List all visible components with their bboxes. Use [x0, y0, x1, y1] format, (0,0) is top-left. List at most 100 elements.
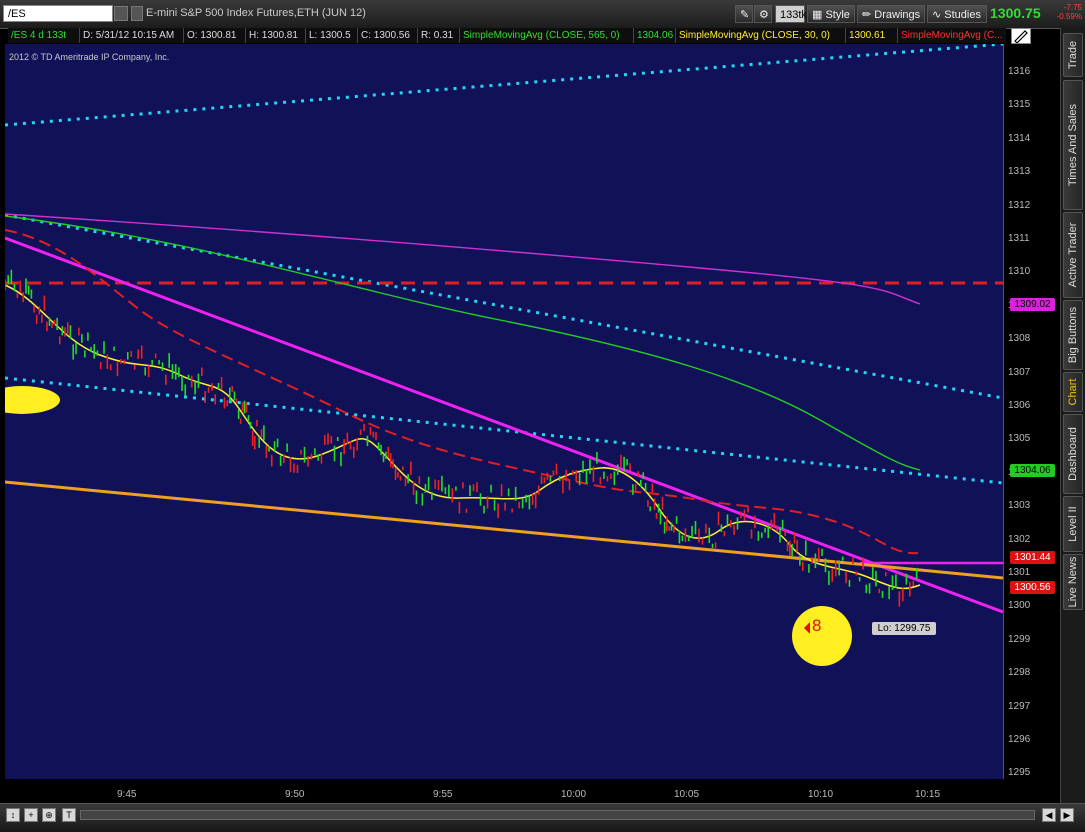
price-tick-label: 1306: [1008, 400, 1031, 411]
time-tick-label: 9:50: [285, 789, 305, 800]
studies-button[interactable]: ∿ Studies: [927, 5, 987, 23]
horizontal-scrollbar[interactable]: [80, 810, 1035, 820]
drawing-tool-icon[interactable]: ✎: [735, 5, 753, 23]
scroll-right-icon[interactable]: ▶: [1060, 808, 1074, 822]
price-tick-label: 1312: [1008, 199, 1031, 211]
magenta-trendline: [5, 236, 1003, 614]
tick-aggregation-button[interactable]: 133tk: [775, 5, 807, 23]
yellow-marker-right: [792, 606, 852, 666]
style-button[interactable]: ▦ Style: [807, 5, 855, 23]
marker-number: 8: [812, 616, 822, 635]
zoom-in-icon[interactable]: +: [24, 808, 38, 822]
price-bubble: 1300.56: [1010, 580, 1055, 594]
price-tick-label: 1302: [1008, 533, 1031, 545]
side-tab-label: Active Trader: [1067, 222, 1079, 288]
sma-565-label[interactable]: SimpleMovingAvg (CLOSE, 565, 0): [460, 28, 634, 43]
cyan-channel-low: [5, 376, 1003, 485]
price-tick-label: 1316: [1008, 66, 1031, 77]
crosshair-icon[interactable]: ⊕: [42, 808, 56, 822]
price-chart: [5, 44, 1003, 666]
side-tab-label: Trade: [1067, 40, 1079, 70]
chart-plot-area[interactable]: [5, 44, 1003, 779]
sma-565-green: [5, 215, 921, 471]
price-bubble: 1309.02: [1010, 298, 1055, 312]
price-tick-label: 1300: [1008, 600, 1031, 612]
chart-settings-button[interactable]: [1011, 28, 1031, 44]
price-tick-label: 1314: [1008, 132, 1031, 144]
sma-30-yellow: [5, 284, 921, 590]
price-tick-label: 1297: [1008, 700, 1031, 712]
cyan-channel-mid: [5, 213, 1003, 400]
bar-open: O: 1300.81: [184, 28, 246, 43]
price-tick-label: 1313: [1008, 166, 1031, 178]
top-toolbar: /ES E-mini S&P 500 Index Futures,ETH (JU…: [0, 0, 1085, 29]
price-tick-label: 1299: [1008, 633, 1031, 645]
drawings-button[interactable]: ✏ Drawings: [857, 5, 925, 23]
yellow-marker-left: [5, 386, 60, 414]
copyright-text: 2012 © TD Ameritrade IP Company, Inc.: [9, 52, 170, 62]
instrument-description: E-mini S&P 500 Index Futures,ETH (JUN 12…: [146, 7, 366, 19]
time-axis[interactable]: [5, 779, 1003, 803]
symbol-lookup-button[interactable]: [131, 6, 143, 21]
side-tab-label: Dashboard: [1067, 427, 1079, 481]
trendline-icon[interactable]: T: [62, 808, 76, 822]
net-change-value: -7.75: [1063, 3, 1082, 12]
bar-range: R: 0.31: [418, 28, 460, 43]
price-tick-label: 1303: [1008, 500, 1031, 512]
sma-3-label[interactable]: SimpleMovingAvg (C...: [898, 28, 1006, 43]
bottom-bar: ↕ + ⊕ T ◀ ▶: [0, 803, 1085, 832]
price-tick-label: 1305: [1008, 433, 1031, 445]
time-tick-label: 10:00: [561, 789, 587, 800]
side-tab-active-trader[interactable]: Active Trader: [1063, 212, 1083, 298]
side-tab-live-news[interactable]: Live News: [1063, 554, 1083, 610]
side-tab-big-buttons[interactable]: Big Buttons: [1063, 300, 1083, 370]
time-tick-label: 9:45: [117, 789, 137, 800]
price-tick-label: 1315: [1008, 99, 1031, 111]
price-tick-label: 1296: [1008, 734, 1031, 745]
sma-30-label[interactable]: SimpleMovingAvg (CLOSE, 30, 0): [676, 28, 846, 43]
chart-id[interactable]: /ES 4 d 133t: [8, 28, 80, 43]
chart-header: /ES 4 d 133t D: 5/31/12 10:15 AM O: 1300…: [8, 28, 1006, 43]
sma-30-value: 1300.61: [846, 28, 898, 43]
side-tab-label: Chart: [1067, 378, 1079, 406]
bar-low: L: 1300.5: [306, 28, 358, 43]
price-tick-label: 1310: [1008, 266, 1031, 278]
side-panel-tabs: Trade Times And Sales Active Trader Big But…: [1060, 28, 1085, 803]
price-bubble: 1301.44: [1010, 551, 1055, 565]
time-tick-label: 9:55: [433, 789, 453, 800]
side-tab-trade[interactable]: Trade: [1063, 33, 1083, 77]
price-bubble: 1304.06: [1010, 463, 1055, 477]
price-tick-label: 1311: [1008, 233, 1030, 244]
last-price: 1300.75: [990, 5, 1041, 21]
symbol-dropdown-button[interactable]: [114, 6, 128, 21]
price-tick-label: 1301: [1008, 567, 1031, 578]
time-tick-label: 10:10: [808, 789, 834, 800]
price-tick-label: 1307: [1008, 366, 1031, 378]
side-tab-label: Times And Sales: [1067, 103, 1079, 187]
net-change-percent: -0.59%: [1056, 12, 1082, 21]
price-tick-label: 1298: [1008, 667, 1031, 679]
pencil-icon: ✏: [862, 9, 875, 21]
side-tab-chart[interactable]: Chart: [1063, 372, 1083, 412]
time-tick-label: 10:15: [915, 789, 941, 800]
price-tick-label: 1295: [1008, 767, 1031, 779]
sma-565-value: 1304.06: [634, 28, 676, 43]
style-icon: ▦: [812, 9, 826, 21]
side-tab-label: Level II: [1067, 506, 1079, 542]
studies-icon: ∿: [932, 9, 945, 21]
symbol-input[interactable]: /ES: [3, 5, 113, 22]
time-tick-label: 10:05: [674, 789, 700, 800]
drawing-mode-icon[interactable]: ↕: [6, 808, 20, 822]
scroll-left-icon[interactable]: ◀: [1042, 808, 1056, 822]
wrench-icon[interactable]: ⚙: [754, 5, 772, 23]
price-tick-label: 1308: [1008, 333, 1031, 345]
side-tab-label: Big Buttons: [1067, 306, 1079, 364]
side-tab-level-ii[interactable]: Level II: [1063, 496, 1083, 552]
low-label: Lo: 1299.75: [872, 622, 936, 635]
net-change: -7.75 -0.59%: [1048, 3, 1082, 21]
side-tab-times-and-sales[interactable]: Times And Sales: [1063, 80, 1083, 210]
side-tab-dashboard[interactable]: Dashboard: [1063, 414, 1083, 494]
pencil-icon: [1014, 30, 1028, 44]
side-tab-label: Live News: [1067, 556, 1079, 608]
bar-date: D: 5/31/12 10:15 AM: [80, 28, 184, 43]
